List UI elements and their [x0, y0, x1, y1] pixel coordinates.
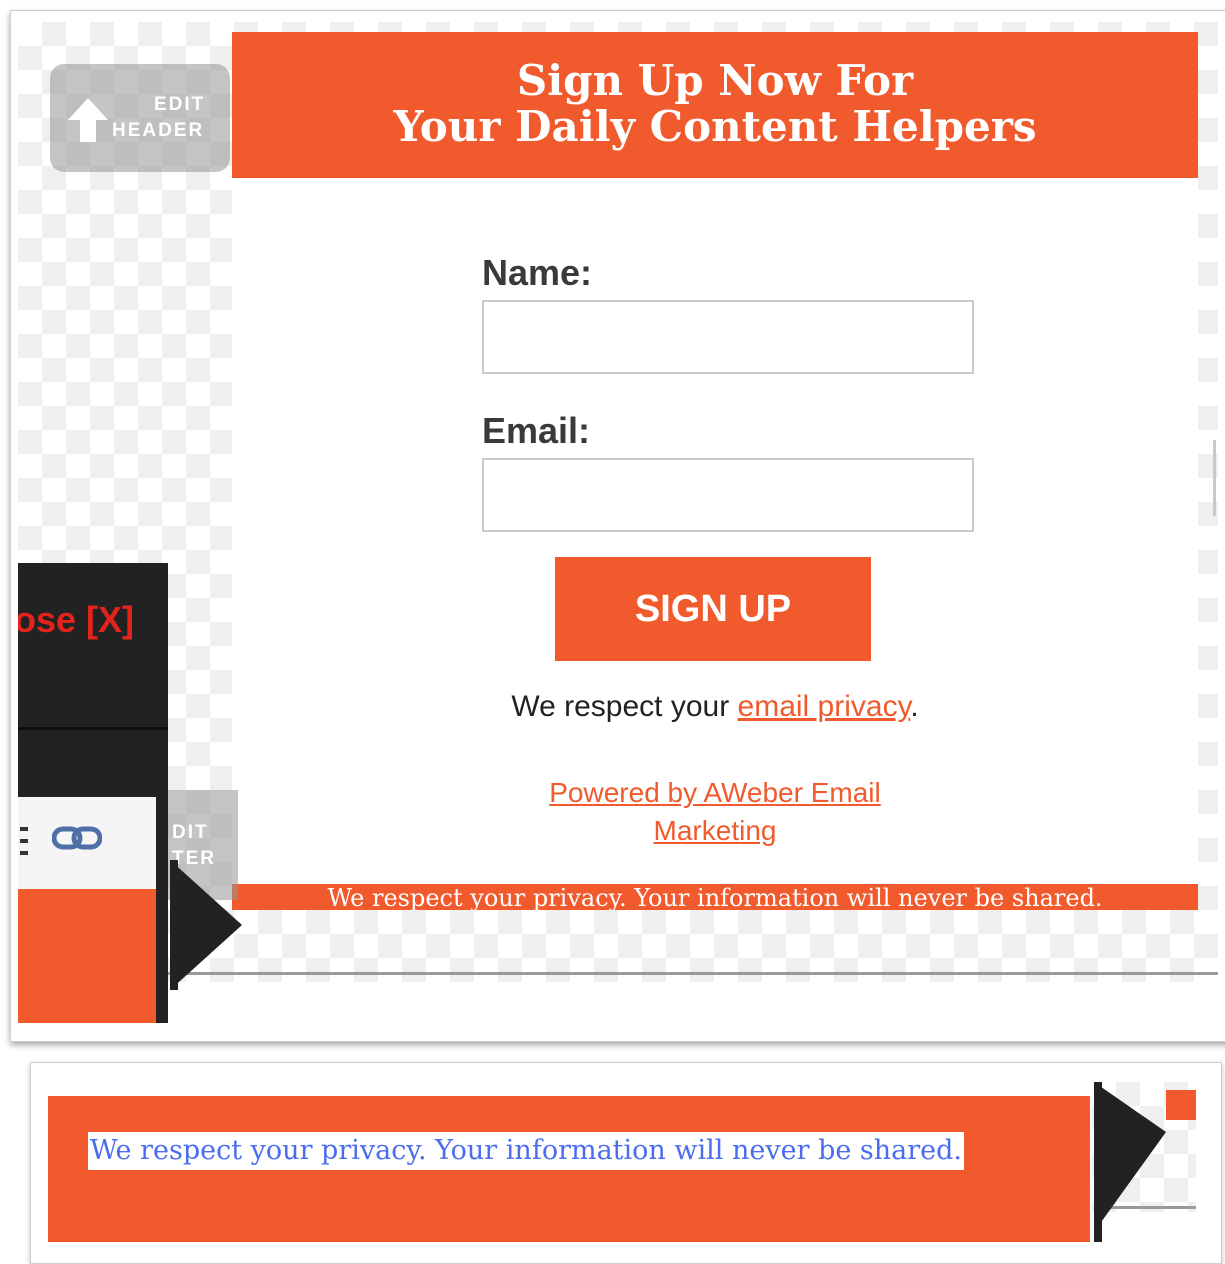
up-arrow-icon: [68, 98, 108, 142]
footer-color-swatch: [1166, 1090, 1196, 1120]
form-header-title-line-1: Sign Up Now For: [516, 56, 914, 105]
form-header: Sign Up Now For Your Daily Content Helpe…: [232, 32, 1198, 178]
editor-color-swatch: [18, 889, 156, 1023]
email-privacy-link[interactable]: email privacy: [738, 690, 911, 723]
signup-button[interactable]: SIGN UP: [555, 557, 871, 661]
privacy-prefix: We respect your: [511, 690, 738, 723]
powered-by-link-line-1[interactable]: Powered by AWeber Email: [549, 777, 881, 808]
pointer-triangle-icon: [170, 860, 242, 990]
form-footer[interactable]: We respect your privacy. Your informatio…: [232, 884, 1198, 910]
scrollbar-handle[interactable]: [1213, 440, 1216, 516]
editor-toolbar: [18, 797, 156, 889]
editor-divider: [18, 727, 168, 730]
menu-icon[interactable]: [20, 827, 28, 857]
signup-form: Sign Up Now For Your Daily Content Helpe…: [232, 32, 1198, 910]
footer-editor-bar[interactable]: We respect your privacy. Your informatio…: [48, 1096, 1090, 1242]
name-label: Name:: [482, 252, 593, 293]
pointer-triangle-icon: [1094, 1082, 1166, 1242]
email-label: Email:: [482, 410, 591, 451]
privacy-suffix: .: [910, 690, 919, 723]
powered-by-aweber: Powered by AWeber Email Marketing: [232, 774, 1198, 850]
canvas-bottom-rule: [168, 972, 1218, 975]
edit-footer-label-edit: DIT: [172, 822, 209, 843]
edit-header-label-header: HEADER: [112, 120, 205, 141]
email-input[interactable]: [482, 458, 974, 532]
edit-header-button[interactable]: EDIT HEADER: [50, 64, 230, 172]
powered-by-link-line-2[interactable]: Marketing: [654, 815, 777, 846]
link-icon[interactable]: [52, 823, 102, 853]
editor-sidebar: ose [X]: [18, 563, 168, 1023]
name-input[interactable]: [482, 300, 974, 374]
close-button[interactable]: ose [X]: [18, 599, 134, 641]
privacy-statement: We respect your email privacy.: [232, 690, 1198, 724]
edit-header-label-edit: EDIT: [154, 94, 206, 115]
footer-selected-text[interactable]: We respect your privacy. Your informatio…: [88, 1132, 965, 1170]
form-header-title-line-2: Your Daily Content Helpers: [393, 102, 1037, 151]
